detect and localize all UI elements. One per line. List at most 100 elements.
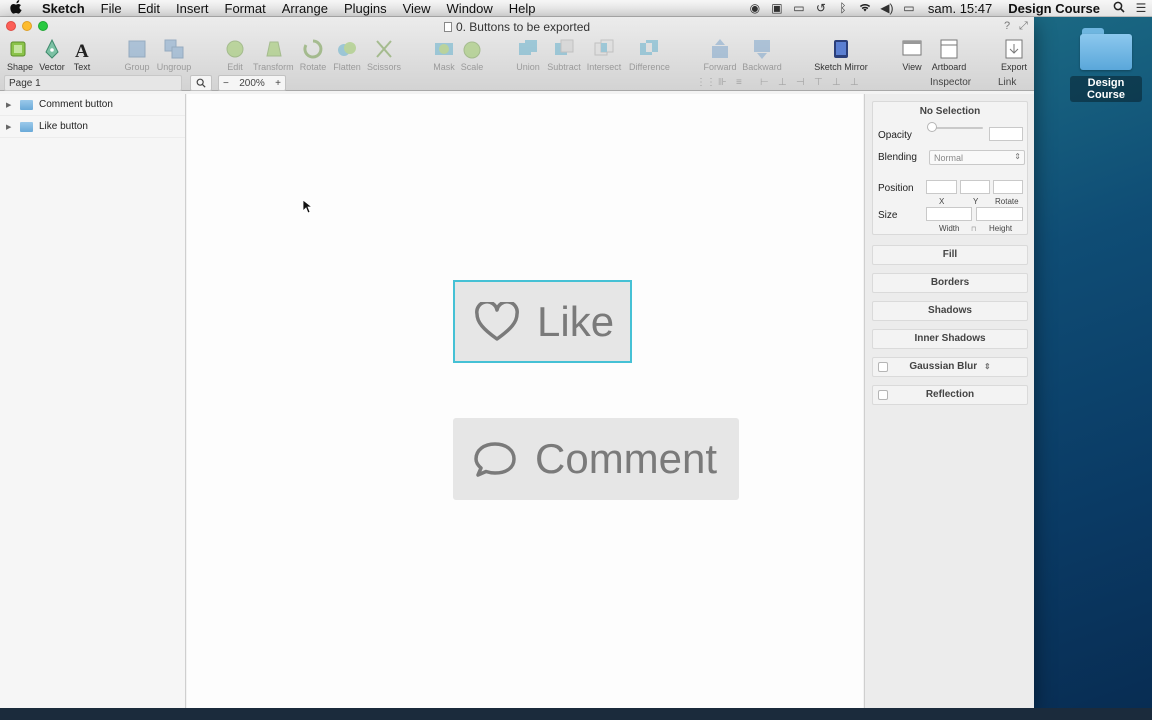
page-selector[interactable]: Page 1 <box>4 75 182 91</box>
tool-transform[interactable]: Transform <box>253 38 294 72</box>
opacity-slider-track[interactable] <box>929 127 983 129</box>
menu-insert[interactable]: Insert <box>168 0 217 17</box>
tool-ungroup[interactable]: Ungroup <box>154 38 194 72</box>
tool-artboard[interactable]: Artboard <box>929 38 969 72</box>
tool-union[interactable]: Union <box>508 38 548 72</box>
tool-rotate-label: Rotate <box>299 62 327 72</box>
tool-flatten[interactable]: Flatten <box>327 38 367 72</box>
menubar-user[interactable]: Design Course <box>1000 1 1108 16</box>
borders-section[interactable]: Borders <box>872 273 1028 293</box>
apple-menu-icon[interactable] <box>0 0 32 17</box>
layer-search-button[interactable] <box>190 75 212 91</box>
spotlight-search-icon[interactable] <box>1108 1 1130 16</box>
align-v-bottom-icon[interactable]: ⊥ <box>850 77 859 88</box>
lock-icon[interactable]: ⊓ <box>971 225 976 233</box>
tool-subtract[interactable]: Subtract <box>544 38 584 72</box>
menu-view[interactable]: View <box>395 0 439 17</box>
distribute-icon[interactable]: ⋮⋮ <box>696 77 716 88</box>
tool-difference[interactable]: Difference <box>629 38 670 72</box>
menu-file[interactable]: File <box>93 0 130 17</box>
desktop-folder-design-course[interactable]: Design Course <box>1070 28 1142 102</box>
menu-format[interactable]: Format <box>217 0 274 17</box>
tool-intersect-label: Intersect <box>586 62 622 72</box>
disclosure-triangle-icon[interactable]: ▶ <box>6 123 16 131</box>
tool-intersect[interactable]: Intersect <box>584 38 624 72</box>
align-v-middle-icon[interactable]: ⊥ <box>832 77 841 88</box>
layer-name: Comment button <box>39 99 113 110</box>
tool-group[interactable]: Group <box>117 38 157 72</box>
inner-shadows-section[interactable]: Inner Shadows <box>872 329 1028 349</box>
comment-button-design[interactable]: Comment <box>453 418 739 500</box>
layer-row-comment-button[interactable]: ▶ Comment button <box>0 94 185 116</box>
fullscreen-icon[interactable]: ⤢ <box>1019 20 1028 33</box>
opacity-field[interactable] <box>989 127 1023 141</box>
menu-app-sketch[interactable]: Sketch <box>32 0 93 17</box>
tool-sketch-mirror[interactable]: Sketch Mirror <box>812 38 870 72</box>
fill-section[interactable]: Fill <box>872 245 1028 265</box>
blending-select[interactable]: Normal ⇕ <box>929 150 1025 165</box>
tool-view[interactable]: View <box>892 38 932 72</box>
tool-export[interactable]: Export <box>994 38 1034 72</box>
disclosure-triangle-icon[interactable]: ▶ <box>6 101 16 109</box>
width-sublabel: Width <box>939 224 960 233</box>
layer-row-like-button[interactable]: ▶ Like button <box>0 116 185 138</box>
height-field[interactable] <box>976 207 1023 221</box>
help-icon[interactable]: ? <box>1004 20 1010 32</box>
position-y-field[interactable] <box>960 180 990 194</box>
align-v-top-icon[interactable]: ⊤ <box>814 77 823 88</box>
export-icon <box>1002 38 1026 60</box>
zoom-out-button[interactable]: − <box>223 78 229 89</box>
zoom-in-button[interactable]: + <box>275 78 281 89</box>
menubar-clock[interactable]: sam. 15:47 <box>920 1 1000 16</box>
align-h-right-icon[interactable]: ⊣ <box>796 77 805 88</box>
bluetooth-icon[interactable]: ᛒ <box>832 1 854 15</box>
tool-edit[interactable]: Edit <box>215 38 255 72</box>
like-button-design[interactable]: Like <box>453 280 632 363</box>
shadows-section[interactable]: Shadows <box>872 301 1028 321</box>
gaussian-blur-section[interactable]: Gaussian Blur ⇕ <box>872 357 1028 377</box>
wifi-icon[interactable] <box>854 1 876 15</box>
svg-text:A: A <box>75 41 89 60</box>
artboard-icon <box>937 38 961 60</box>
tool-scissors[interactable]: Scissors <box>364 38 404 72</box>
menu-help[interactable]: Help <box>501 0 544 17</box>
volume-icon[interactable]: ◀) <box>876 1 898 15</box>
inspector-general-section: No Selection Opacity Blending Normal ⇕ P… <box>872 101 1028 235</box>
tab-link[interactable]: Link <box>998 77 1016 88</box>
menu-window[interactable]: Window <box>439 0 501 17</box>
tab-inspector[interactable]: Inspector <box>930 77 971 88</box>
tool-scale[interactable]: Scale <box>452 38 492 72</box>
reflection-checkbox[interactable] <box>878 390 888 400</box>
tool-backward[interactable]: Backward <box>742 38 782 72</box>
x-sublabel: X <box>939 197 945 206</box>
screen-capture-icon[interactable]: ▣ <box>766 1 788 15</box>
tool-text[interactable]: A Text <box>62 38 102 72</box>
window-toolbar: 0. Buttons to be exported ? ⤢ Shape Vect… <box>0 17 1034 91</box>
evernote-icon[interactable]: ◉ <box>744 1 766 15</box>
menu-arrange[interactable]: Arrange <box>274 0 336 17</box>
reflection-section[interactable]: Reflection <box>872 385 1028 405</box>
text-icon: A <box>70 38 94 62</box>
opacity-slider-knob[interactable] <box>927 122 937 132</box>
menu-plugins[interactable]: Plugins <box>336 0 395 17</box>
width-field[interactable] <box>926 207 972 221</box>
gaussian-blur-checkbox[interactable] <box>878 362 888 372</box>
battery-icon[interactable]: ▭ <box>898 1 920 15</box>
align-h-center-icon[interactable]: ⊥ <box>778 77 787 88</box>
flatten-icon <box>335 38 359 60</box>
align-h-left-icon[interactable]: ⊢ <box>760 77 769 88</box>
chevron-updown-icon[interactable]: ⇕ <box>984 362 991 371</box>
menu-edit[interactable]: Edit <box>130 0 168 17</box>
zoom-level[interactable]: 200% <box>239 78 265 89</box>
tool-flatten-label: Flatten <box>333 62 361 72</box>
align-left-icon[interactable]: ⊪ <box>718 77 727 88</box>
tool-difference-label: Difference <box>629 62 670 72</box>
time-machine-icon[interactable]: ↺ <box>810 1 832 15</box>
design-canvas[interactable]: Like Comment <box>187 94 863 708</box>
tool-forward[interactable]: Forward <box>700 38 740 72</box>
airplay-icon[interactable]: ▭ <box>788 1 810 15</box>
notification-center-icon[interactable]: ☰ <box>1130 1 1152 15</box>
rotate-field[interactable] <box>993 180 1023 194</box>
position-x-field[interactable] <box>926 180 957 194</box>
align-center-icon[interactable]: ≡ <box>736 77 742 88</box>
